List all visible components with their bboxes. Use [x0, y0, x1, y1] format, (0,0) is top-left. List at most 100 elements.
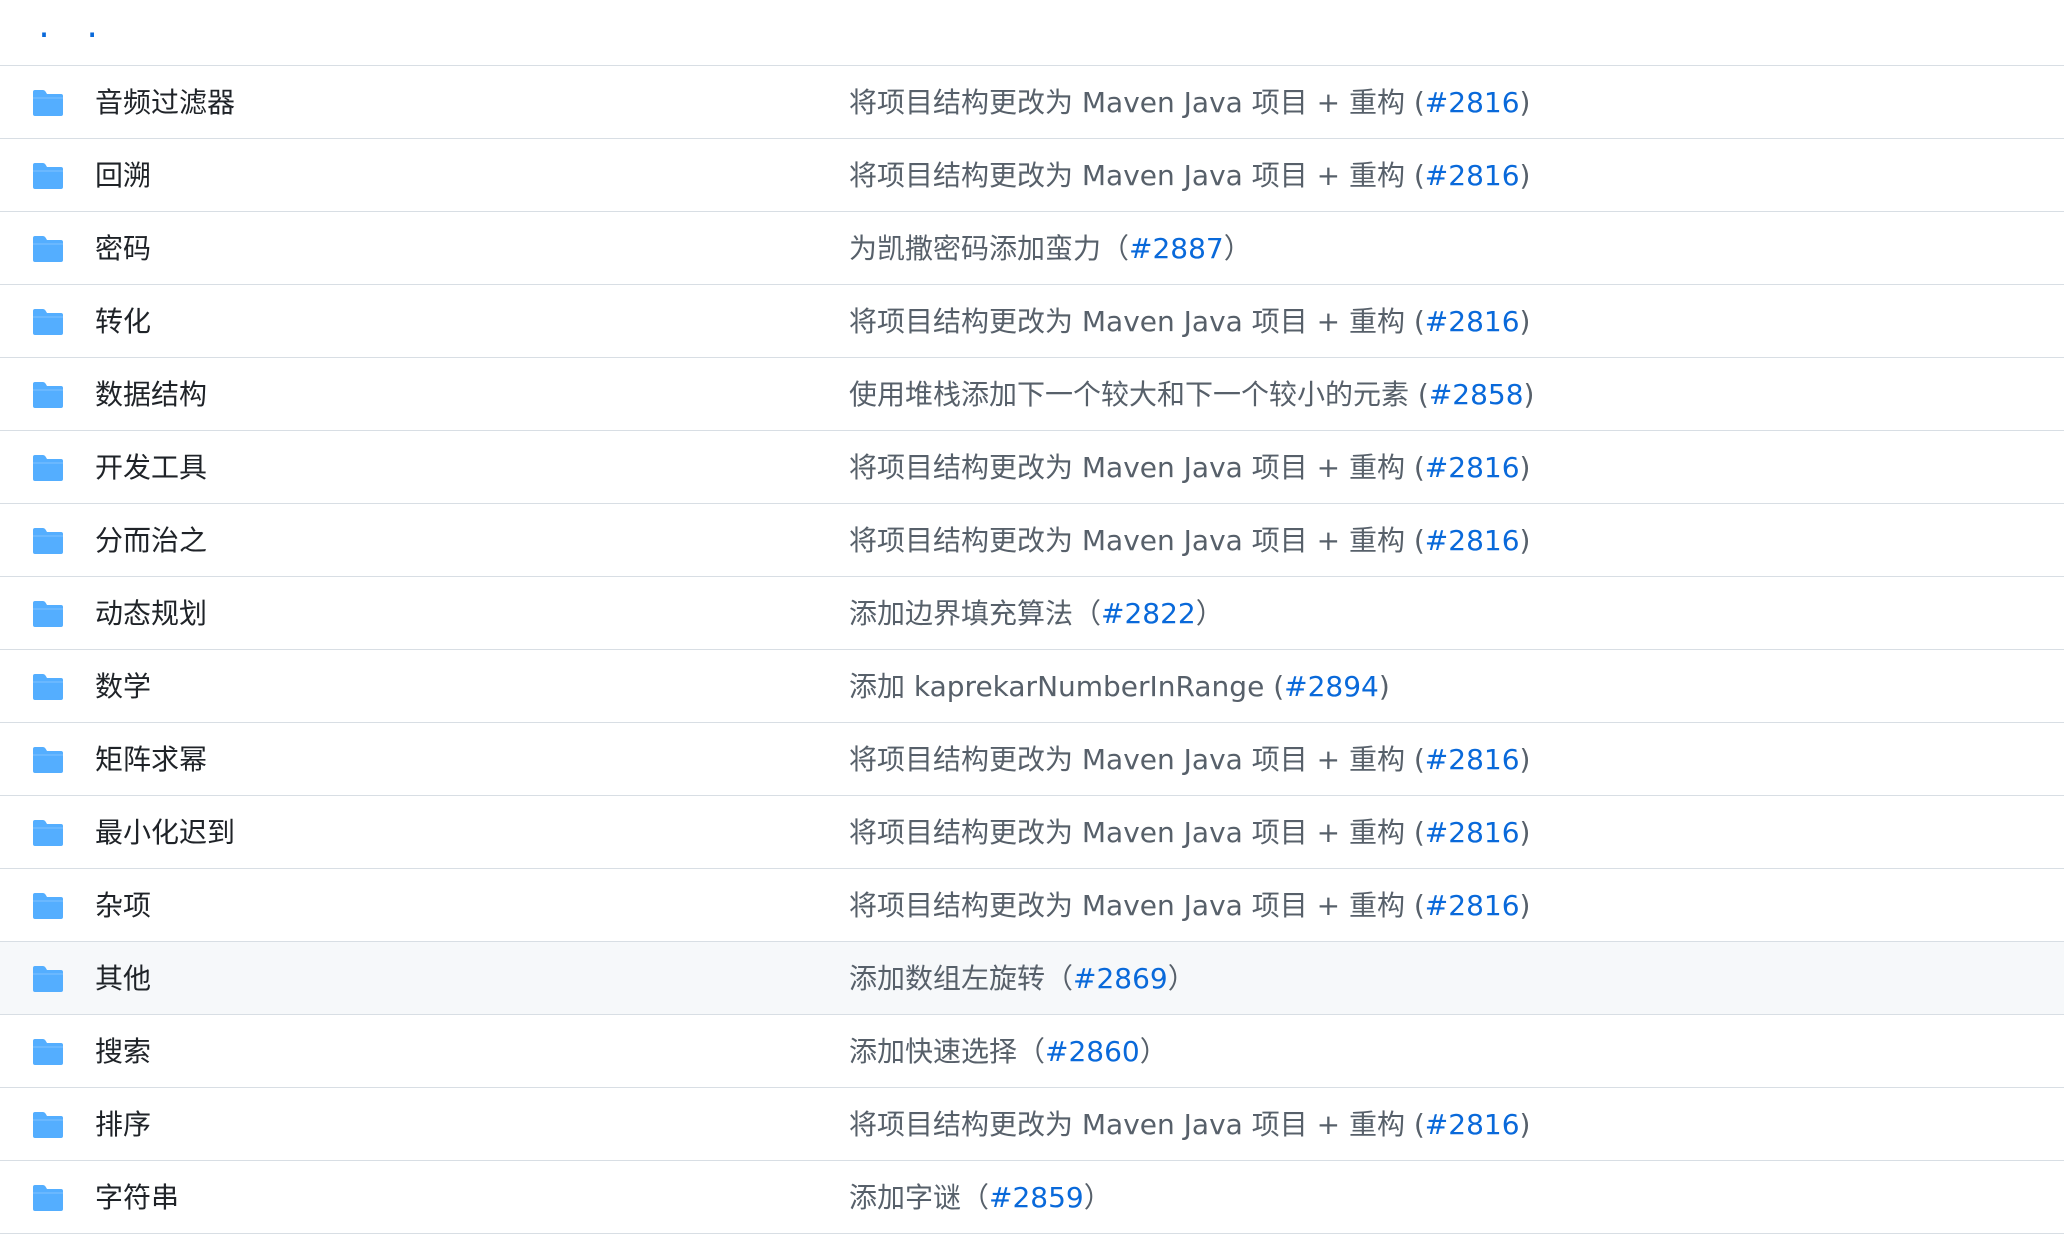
commit-text: 使用堆栈添加下一个较大和下一个较小的元素 ( — [849, 378, 1429, 411]
table-row[interactable]: 字符串 添加字谜（#2859） — [0, 1161, 2064, 1234]
table-row[interactable]: 密码 为凯撒密码添加蛮力（#2887） — [0, 212, 2064, 285]
pull-request-link[interactable]: #2822 — [1101, 597, 1196, 630]
pull-request-link[interactable]: #2887 — [1129, 232, 1224, 265]
commit-message[interactable]: 将项目结构更改为 Maven Java 项目 + 重构 (#2816) — [849, 285, 1530, 358]
folder-name-link[interactable]: 搜索 — [95, 1015, 151, 1088]
pull-request-link[interactable]: #2816 — [1425, 524, 1520, 557]
folder-name-link[interactable]: 矩阵求幂 — [95, 723, 207, 796]
commit-message[interactable]: 将项目结构更改为 Maven Java 项目 + 重构 (#2816) — [849, 869, 1530, 942]
directory-rows: 音频过滤器 将项目结构更改为 Maven Java 项目 + 重构 (#2816)… — [0, 66, 2064, 1234]
table-row[interactable]: 转化 将项目结构更改为 Maven Java 项目 + 重构 (#2816) — [0, 285, 2064, 358]
commit-message[interactable]: 使用堆栈添加下一个较大和下一个较小的元素 (#2858) — [849, 358, 1534, 431]
commit-close: ) — [1519, 816, 1531, 849]
pull-request-link[interactable]: #2816 — [1425, 743, 1520, 776]
commit-message[interactable]: 添加快速选择（#2860） — [849, 1015, 1168, 1088]
folder-name-link[interactable]: 字符串 — [95, 1161, 179, 1234]
folder-icon — [31, 235, 65, 263]
pull-request-link[interactable]: #2859 — [989, 1181, 1084, 1214]
commit-close: ） — [1139, 1035, 1168, 1068]
table-row[interactable]: 杂项 将项目结构更改为 Maven Java 项目 + 重构 (#2816) — [0, 869, 2064, 942]
commit-close: ) — [1519, 451, 1531, 484]
folder-name-link[interactable]: 数据结构 — [95, 358, 207, 431]
commit-message[interactable]: 将项目结构更改为 Maven Java 项目 + 重构 (#2816) — [849, 1088, 1530, 1161]
commit-close: ） — [1195, 597, 1224, 630]
pull-request-link[interactable]: #2869 — [1073, 962, 1168, 995]
commit-message[interactable]: 为凯撒密码添加蛮力（#2887） — [849, 212, 1252, 285]
commit-message[interactable]: 将项目结构更改为 Maven Java 项目 + 重构 (#2816) — [849, 504, 1530, 577]
folder-icon — [31, 746, 65, 774]
folder-icon — [31, 1111, 65, 1139]
pull-request-link[interactable]: #2858 — [1429, 378, 1524, 411]
commit-text: 将项目结构更改为 Maven Java 项目 + 重构 ( — [849, 86, 1425, 119]
folder-name-link[interactable]: 数学 — [95, 650, 151, 723]
table-row[interactable]: 矩阵求幂 将项目结构更改为 Maven Java 项目 + 重构 (#2816) — [0, 723, 2064, 796]
table-row[interactable]: 最小化迟到 将项目结构更改为 Maven Java 项目 + 重构 (#2816) — [0, 796, 2064, 869]
folder-icon — [31, 381, 65, 409]
folder-name-link[interactable]: 排序 — [95, 1088, 151, 1161]
pull-request-link[interactable]: #2816 — [1425, 451, 1520, 484]
commit-close: ) — [1519, 743, 1531, 776]
folder-icon — [31, 454, 65, 482]
folder-name-link[interactable]: 密码 — [95, 212, 151, 285]
commit-message[interactable]: 将项目结构更改为 Maven Java 项目 + 重构 (#2816) — [849, 66, 1530, 139]
commit-message[interactable]: 将项目结构更改为 Maven Java 项目 + 重构 (#2816) — [849, 723, 1530, 796]
commit-close: ) — [1519, 1108, 1531, 1141]
parent-directory-row[interactable]: . . — [0, 0, 2064, 66]
pull-request-link[interactable]: #2860 — [1045, 1035, 1140, 1068]
table-row[interactable]: 动态规划 添加边界填充算法（#2822） — [0, 577, 2064, 650]
pull-request-link[interactable]: #2816 — [1425, 305, 1520, 338]
pull-request-link[interactable]: #2816 — [1425, 816, 1520, 849]
pull-request-link[interactable]: #2816 — [1425, 159, 1520, 192]
commit-text: 将项目结构更改为 Maven Java 项目 + 重构 ( — [849, 159, 1425, 192]
commit-text: 为凯撒密码添加蛮力（ — [849, 232, 1130, 265]
table-row[interactable]: 数学 添加 kaprekarNumberInRange (#2894) — [0, 650, 2064, 723]
commit-message[interactable]: 将项目结构更改为 Maven Java 项目 + 重构 (#2816) — [849, 796, 1530, 869]
folder-name-link[interactable]: 动态规划 — [95, 577, 207, 650]
folder-name-link[interactable]: 音频过滤器 — [95, 66, 235, 139]
folder-name-link[interactable]: 回溯 — [95, 139, 151, 212]
commit-text: 将项目结构更改为 Maven Java 项目 + 重构 ( — [849, 305, 1425, 338]
folder-name-link[interactable]: 转化 — [95, 285, 151, 358]
commit-message[interactable]: 添加边界填充算法（#2822） — [849, 577, 1224, 650]
folder-icon — [31, 673, 65, 701]
commit-close: ) — [1519, 889, 1531, 922]
commit-close: ) — [1523, 378, 1535, 411]
commit-message[interactable]: 添加字谜（#2859） — [849, 1161, 1112, 1234]
table-row[interactable]: 其他 添加数组左旋转（#2869） — [0, 942, 2064, 1015]
commit-text: 将项目结构更改为 Maven Java 项目 + 重构 ( — [849, 524, 1425, 557]
parent-directory-link[interactable]: . . — [35, 8, 107, 48]
table-row[interactable]: 数据结构 使用堆栈添加下一个较大和下一个较小的元素 (#2858) — [0, 358, 2064, 431]
commit-close: ） — [1083, 1181, 1112, 1214]
folder-name-link[interactable]: 开发工具 — [95, 431, 207, 504]
pull-request-link[interactable]: #2816 — [1425, 86, 1520, 119]
table-row[interactable]: 搜索 添加快速选择（#2860） — [0, 1015, 2064, 1088]
table-row[interactable]: 回溯 将项目结构更改为 Maven Java 项目 + 重构 (#2816) — [0, 139, 2064, 212]
commit-close: ) — [1519, 524, 1531, 557]
commit-message[interactable]: 将项目结构更改为 Maven Java 项目 + 重构 (#2816) — [849, 139, 1530, 212]
commit-text: 将项目结构更改为 Maven Java 项目 + 重构 ( — [849, 451, 1425, 484]
table-row[interactable]: 分而治之 将项目结构更改为 Maven Java 项目 + 重构 (#2816) — [0, 504, 2064, 577]
table-row[interactable]: 排序 将项目结构更改为 Maven Java 项目 + 重构 (#2816) — [0, 1088, 2064, 1161]
folder-icon — [31, 965, 65, 993]
commit-message[interactable]: 将项目结构更改为 Maven Java 项目 + 重构 (#2816) — [849, 431, 1530, 504]
folder-name-link[interactable]: 其他 — [95, 942, 151, 1015]
commit-message[interactable]: 添加 kaprekarNumberInRange (#2894) — [849, 650, 1390, 723]
table-row[interactable]: 音频过滤器 将项目结构更改为 Maven Java 项目 + 重构 (#2816) — [0, 66, 2064, 139]
pull-request-link[interactable]: #2816 — [1425, 889, 1520, 922]
commit-message[interactable]: 添加数组左旋转（#2869） — [849, 942, 1196, 1015]
commit-text: 将项目结构更改为 Maven Java 项目 + 重构 ( — [849, 816, 1425, 849]
pull-request-link[interactable]: #2816 — [1425, 1108, 1520, 1141]
commit-text: 添加字谜（ — [849, 1181, 990, 1214]
commit-close: ) — [1519, 159, 1531, 192]
folder-name-link[interactable]: 最小化迟到 — [95, 796, 235, 869]
table-row[interactable]: 开发工具 将项目结构更改为 Maven Java 项目 + 重构 (#2816) — [0, 431, 2064, 504]
file-list: . . 音频过滤器 将项目结构更改为 Maven Java 项目 + 重构 (#2… — [0, 0, 2064, 1234]
commit-close: ) — [1519, 305, 1531, 338]
commit-close: ) — [1378, 670, 1390, 703]
commit-close: ) — [1519, 86, 1531, 119]
folder-name-link[interactable]: 分而治之 — [95, 504, 207, 577]
pull-request-link[interactable]: #2894 — [1284, 670, 1379, 703]
folder-name-link[interactable]: 杂项 — [95, 869, 151, 942]
commit-text: 将项目结构更改为 Maven Java 项目 + 重构 ( — [849, 889, 1425, 922]
commit-text: 将项目结构更改为 Maven Java 项目 + 重构 ( — [849, 1108, 1425, 1141]
